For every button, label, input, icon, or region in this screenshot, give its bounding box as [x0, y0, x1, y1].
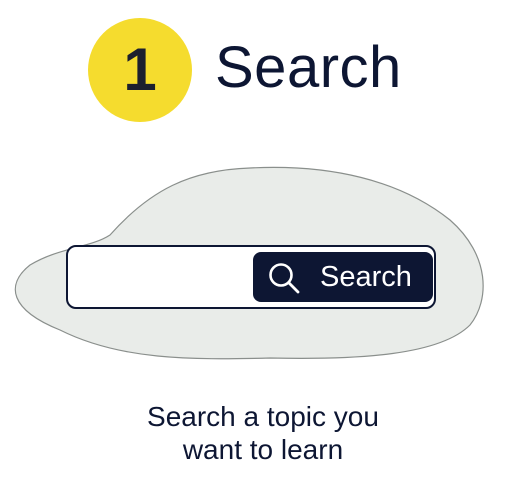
- search-button-label: Search: [320, 261, 412, 293]
- search-button[interactable]: Search: [253, 252, 433, 302]
- step-number-badge: 1: [88, 18, 192, 122]
- step-description-line-1: Search a topic you: [147, 401, 379, 432]
- search-input[interactable]: [78, 253, 252, 303]
- search-icon: [269, 263, 300, 294]
- step-description-line-2: want to learn: [182, 434, 344, 465]
- step-description: Search a topic you want to learn: [0, 400, 526, 466]
- search-bar: Search: [66, 245, 436, 309]
- step-header: 1 Search: [0, 0, 526, 130]
- step-title: Search: [215, 35, 402, 100]
- step-number: 1: [123, 36, 157, 103]
